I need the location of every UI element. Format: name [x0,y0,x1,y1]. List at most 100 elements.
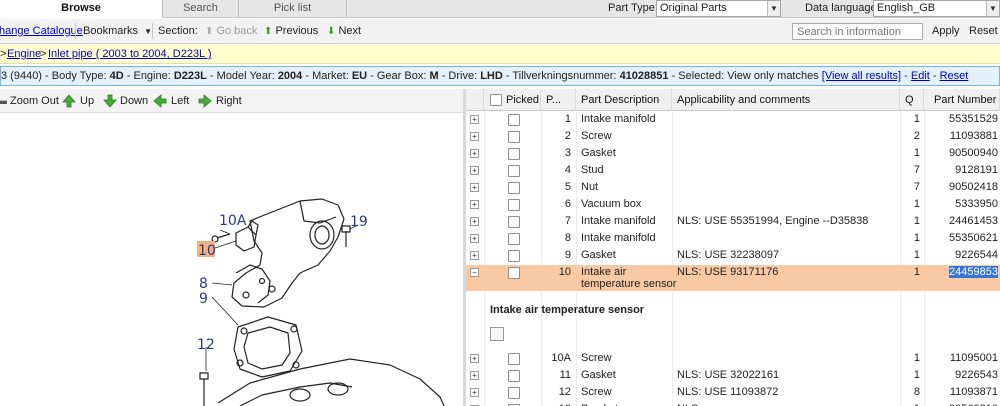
header-position[interactable]: P... [541,89,576,111]
arrow-up-icon[interactable] [62,94,76,108]
right-label[interactable]: Right [216,95,242,107]
table-row[interactable]: +13BracketNLS:190560810 [466,402,1000,406]
callout-10a[interactable]: 10A [219,213,247,229]
down-label[interactable]: Down [120,95,148,107]
header-part-number[interactable]: Part Number [924,89,1000,111]
chevron-down-icon[interactable]: ▼ [986,1,999,16]
change-catalogue-link[interactable]: hange Catalogue [0,25,83,37]
arrow-down-icon[interactable] [103,94,117,108]
cell-part-number[interactable]: 5333950 [955,198,998,210]
cell-part-number[interactable]: 55351529 [949,113,998,125]
expand-icon[interactable]: + [470,132,479,141]
expand-icon[interactable]: + [470,234,479,243]
picked-checkbox[interactable] [508,250,520,262]
picked-checkbox[interactable] [508,233,520,245]
picked-checkbox[interactable] [508,387,520,399]
picked-checkbox[interactable] [508,353,520,365]
left-label[interactable]: Left [171,95,189,107]
select-all-checkbox[interactable] [490,94,502,106]
tab-browse[interactable]: Browse [0,0,163,18]
breadcrumb-engine[interactable]: Engine [7,46,41,63]
callout-8[interactable]: 8 [199,276,208,292]
expand-icon[interactable]: + [470,251,479,260]
cell-part-number[interactable]: 9226544 [955,249,998,261]
header-quantity[interactable]: Q [900,89,924,111]
table-row[interactable]: +6 Vacuum box 1 5333950 [466,197,1000,214]
header-applicability[interactable]: Applicability and comments [672,89,900,111]
table-row[interactable]: − 10 Intake air temperature sensor NLS: USE … [466,265,1000,291]
table-row[interactable]: +7 Intake manifold NLS: USE 55351994, Engi… [466,214,1000,231]
go-back-button[interactable]: ⬆ Go back [205,25,257,37]
expand-icon[interactable]: + [470,200,479,209]
table-row[interactable]: +10A Screw 1 11095001 [466,351,1000,368]
expand-icon[interactable]: + [470,388,479,397]
edit-link[interactable]: Edit [911,70,930,82]
table-row[interactable]: +9 Gasket NLS: USE 32238097 1 9226544 [466,248,1000,265]
cell-description-line: Nut [581,181,599,193]
cell-part-number[interactable]: 11093881 [950,130,998,142]
expand-icon[interactable]: + [470,115,479,124]
next-button[interactable]: ⬇ Next [327,25,361,37]
picked-checkbox[interactable] [508,131,520,143]
tab-search[interactable]: Search [163,0,239,18]
parts-diagram[interactable]: 10A 10 19 8 9 12 [0,113,463,406]
table-row[interactable]: +8 Intake manifold 1 55350621 [466,231,1000,248]
table-row[interactable]: +12 Screw NLS: USE 11093872 8 11093871 [466,385,1000,402]
tab-pick-list[interactable]: Pick list [239,0,347,18]
header-picked-label: Picked [506,94,540,106]
picked-checkbox[interactable] [508,182,520,194]
picked-checkbox[interactable] [508,370,520,382]
view-all-results-link[interactable]: [View all results] [822,70,901,82]
reset-button[interactable]: Reset [969,25,998,37]
collapse-icon[interactable]: − [470,268,479,277]
picked-checkbox[interactable] [508,199,520,211]
picked-checkbox[interactable] [508,267,520,279]
bookmarks-menu[interactable]: Bookmarks ▼ [83,25,152,37]
picked-checkbox[interactable] [508,148,520,160]
picked-checkbox[interactable] [508,216,520,228]
expand-icon[interactable]: + [470,166,479,175]
expand-icon[interactable]: + [470,371,479,380]
search-input[interactable] [792,23,923,40]
cell-part-number[interactable]: 24459853 [949,266,998,278]
callout-10[interactable]: 10 [198,243,216,259]
cell-part-number[interactable]: 11095001 [950,352,998,364]
arrow-right-icon[interactable] [198,94,212,108]
cell-part-number[interactable]: 9128191 [955,164,998,176]
expand-icon[interactable]: + [470,217,479,226]
up-label[interactable]: Up [80,95,94,107]
expand-icon[interactable]: + [470,149,479,158]
table-row[interactable]: +11 Gasket NLS: USE 32022161 1 9226543 [466,368,1000,385]
part-type-select[interactable]: Original Parts ▼ [656,0,781,17]
table-row[interactable]: +3 Gasket 1 90500940 [466,146,1000,163]
picked-checkbox[interactable] [508,114,520,126]
callout-19[interactable]: 19 [350,214,368,230]
chevron-down-icon[interactable]: ▼ [767,1,780,16]
cell-part-number[interactable]: 55350621 [949,232,998,244]
table-row[interactable]: +2 Screw 2 11093881 [466,129,1000,146]
arrow-left-icon[interactable] [153,94,167,108]
cell-part-number[interactable]: 90500940 [949,147,998,159]
header-picked[interactable]: Picked [484,89,541,111]
expand-icon[interactable]: + [470,183,479,192]
apply-button[interactable]: Apply [932,25,960,37]
previous-button[interactable]: ⬆ Previous [264,25,318,37]
cell-part-number[interactable]: 9226543 [955,369,998,381]
expand-icon[interactable]: + [470,354,479,363]
cell-part-number[interactable]: 11093871 [950,386,998,398]
table-row[interactable]: +5 Nut 7 90502418 [466,180,1000,197]
zoom-out-label[interactable]: Zoom Out [10,95,59,107]
data-language-select[interactable]: English_GB ▼ [873,0,1000,17]
cell-description-line: Vacuum box [581,198,642,210]
cell-part-number[interactable]: 90502418 [949,181,998,193]
table-row[interactable]: +1 Intake manifold 1 55351529 [466,112,1000,129]
callout-9[interactable]: 9 [199,291,208,307]
callout-12[interactable]: 12 [197,337,215,353]
cell-part-number[interactable]: 24461453 [949,215,998,227]
breadcrumb-current[interactable]: Inlet pipe ( 2003 to 2004, D223L ) [48,46,212,63]
header-part-description[interactable]: Part Description [576,89,672,111]
reset-link[interactable]: Reset [940,70,969,82]
picked-checkbox[interactable] [508,165,520,177]
zoom-out-button[interactable]: ▬ [0,95,7,107]
table-row[interactable]: +4 Stud 7 9128191 [466,163,1000,180]
